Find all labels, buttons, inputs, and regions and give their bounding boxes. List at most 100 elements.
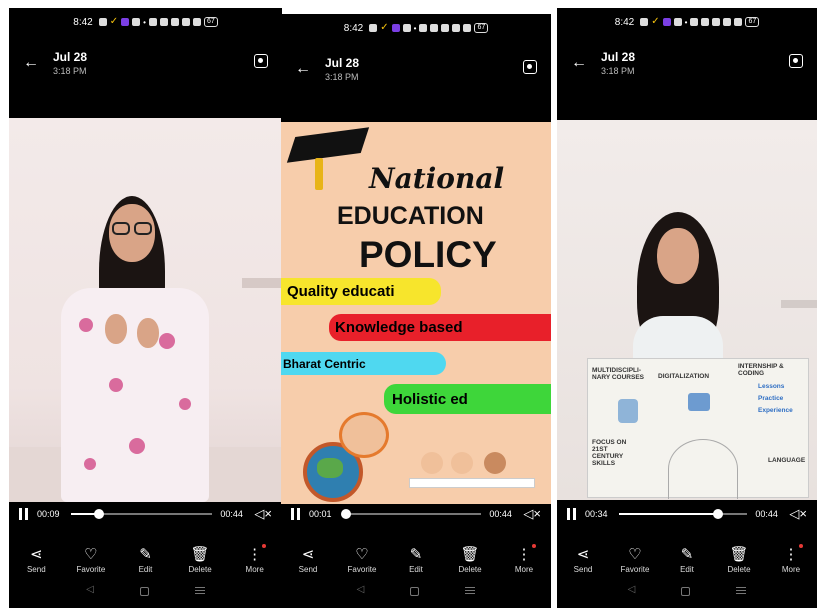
nav-back-icon[interactable]: ◁	[628, 584, 636, 600]
check-icon: ✓	[651, 16, 660, 27]
back-arrow-icon[interactable]: ←	[23, 54, 39, 72]
slide-title-education: EDUCATION	[337, 202, 484, 230]
status-time: 8:42	[343, 22, 364, 34]
phone-screen-3: 8:42 ✓ • 67 ← Jul 28 3:18 PM MULTIDISCIP	[557, 8, 817, 608]
duration: 00:44	[220, 509, 243, 519]
photo-date: Jul 28	[53, 50, 88, 64]
photo-time: 3:18 PM	[53, 66, 87, 76]
poster-internship: INTERNSHIP & CODING	[738, 363, 784, 377]
send-button[interactable]: ⋖ Send	[561, 547, 605, 574]
seek-bar[interactable]	[71, 509, 213, 519]
signal-icon	[734, 18, 743, 26]
photo-time: 3:18 PM	[601, 66, 635, 76]
pause-icon[interactable]	[19, 508, 29, 520]
nav-recents-icon[interactable]	[736, 587, 747, 600]
more-vertical-icon: ⋮	[784, 543, 803, 562]
slide-item-holistic: Holistic ed	[384, 384, 551, 414]
check-icon: ✓	[380, 22, 389, 33]
current-time: 00:01	[309, 509, 332, 519]
status-bar: 8:42 ✓ • 67	[281, 20, 551, 36]
child-illustration	[421, 452, 443, 474]
seek-knob[interactable]	[94, 509, 105, 519]
screenshot-icon[interactable]	[789, 54, 803, 68]
mute-icon	[441, 24, 450, 32]
duration: 00:44	[755, 509, 778, 519]
pause-icon[interactable]	[567, 508, 577, 520]
delete-button[interactable]: 🗑 Delete	[448, 547, 492, 574]
favorite-button[interactable]: ♡ Favorite	[340, 547, 384, 574]
current-time: 00:34	[585, 509, 608, 519]
desk-illustration	[409, 478, 535, 488]
action-bar: ⋖ Send ♡ Favorite ✎ Edit 🗑 Delete ⋮ More	[281, 540, 551, 580]
seek-bar[interactable]	[619, 509, 748, 519]
seek-bar[interactable]	[340, 509, 482, 519]
nav-back-icon[interactable]: ◁	[86, 584, 94, 600]
more-button[interactable]: ⋮ More	[769, 543, 813, 574]
nav-home-icon[interactable]	[681, 587, 691, 596]
send-button[interactable]: ⋖ Send	[14, 547, 58, 574]
heart-icon: ♡	[355, 545, 369, 563]
volume-mute-icon[interactable]: ◁×	[254, 506, 272, 522]
poster-illustration	[668, 439, 738, 499]
status-bar: 8:42 ✓ • 67	[9, 14, 282, 30]
seek-knob[interactable]	[712, 509, 723, 519]
volume-mute-icon[interactable]: ◁×	[523, 506, 541, 522]
check-icon: ✓	[109, 16, 119, 27]
heart-icon: ♡	[628, 545, 642, 563]
battery-icon: 67	[203, 17, 218, 27]
slide-title-policy: POLICY	[359, 234, 497, 275]
tassel-icon	[315, 158, 323, 190]
back-arrow-icon[interactable]: ←	[295, 60, 311, 78]
seek-knob[interactable]	[340, 509, 351, 519]
notification-dot	[798, 543, 803, 548]
status-time: 8:42	[614, 16, 635, 28]
share-icon: ⋖	[30, 545, 43, 563]
video-frame[interactable]: MULTIDISCIPLI-NARY COURSES DIGITALIZATIO…	[557, 120, 817, 500]
photo-time: 3:18 PM	[325, 72, 359, 82]
video-frame[interactable]: National EDUCATION POLICY Quality educat…	[281, 122, 551, 504]
system-nav-bar: ◁	[557, 584, 817, 600]
child-illustration	[451, 452, 473, 474]
status-bar: 8:42 ✓ • 67	[557, 14, 817, 30]
nav-home-icon[interactable]	[139, 587, 149, 596]
nav-back-icon[interactable]: ◁	[357, 584, 365, 600]
video-controls: 00:34 00:44 ◁×	[557, 494, 817, 534]
student-illustration	[339, 412, 389, 458]
delete-button[interactable]: 🗑 Delete	[717, 547, 761, 574]
poster-illustration	[688, 393, 710, 411]
nfc-icon	[690, 18, 699, 26]
poster-illustration	[618, 399, 638, 423]
poster-lessons: Lessons	[758, 383, 785, 390]
video-controls: 00:09 00:44 ◁×	[9, 494, 282, 534]
more-button[interactable]: ⋮ More	[502, 543, 546, 574]
screenshot-icon[interactable]	[254, 54, 268, 68]
poster-multidisciplinary: MULTIDISCIPLI-NARY COURSES	[592, 367, 645, 381]
more-vertical-icon: ⋮	[517, 543, 536, 562]
current-time: 00:09	[37, 509, 60, 519]
screenshot-icon[interactable]	[523, 60, 537, 74]
edit-button[interactable]: ✎ Edit	[665, 547, 709, 574]
send-button[interactable]: ⋖ Send	[286, 547, 330, 574]
nav-recents-icon[interactable]	[465, 587, 476, 600]
nav-home-icon[interactable]	[410, 587, 420, 596]
poster-21st-century: FOCUS ON 21ST CENTURY SKILLS	[592, 439, 627, 467]
video-frame[interactable]	[9, 118, 282, 502]
poster-experience: Experience	[758, 407, 793, 414]
delete-button[interactable]: 🗑 Delete	[178, 547, 222, 574]
back-arrow-icon[interactable]: ←	[571, 54, 587, 72]
trash-icon: 🗑	[190, 545, 210, 563]
more-button[interactable]: ⋮ More	[233, 543, 277, 574]
volume-mute-icon[interactable]: ◁×	[789, 506, 807, 522]
alarm-icon	[701, 18, 710, 26]
edit-button[interactable]: ✎ Edit	[123, 547, 167, 574]
favorite-button[interactable]: ♡ Favorite	[69, 547, 113, 574]
nfc-icon	[148, 18, 157, 26]
child-illustration	[484, 452, 506, 474]
nav-recents-icon[interactable]	[194, 587, 205, 600]
edit-button[interactable]: ✎ Edit	[394, 547, 438, 574]
favorite-button[interactable]: ♡ Favorite	[613, 547, 657, 574]
app-icon	[673, 18, 682, 26]
pause-icon[interactable]	[291, 508, 301, 520]
whatsapp-icon	[98, 18, 107, 26]
system-nav-bar: ◁	[9, 584, 282, 600]
